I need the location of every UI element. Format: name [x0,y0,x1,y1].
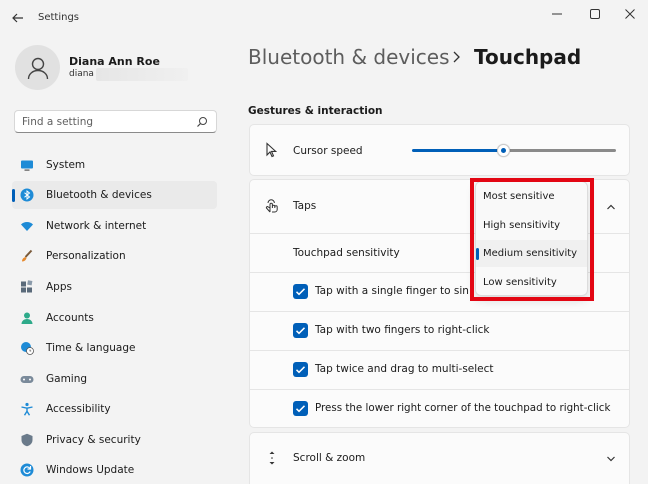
sidebar-item-label: Windows Update [46,464,135,476]
tap-drag-label: Tap twice and drag to multi-select [315,363,494,375]
sidebar-item-bluetooth[interactable]: Bluetooth & devices [12,181,217,209]
chevron-up-icon[interactable] [606,203,616,211]
person-icon [21,312,33,324]
profile-email: diana [69,69,94,79]
checkmark-icon [295,288,306,296]
sidebar-item-label: Gaming [46,373,88,385]
back-arrow-icon[interactable] [11,11,25,25]
corner-right-click-label: Press the lower right corner of the touc… [315,402,611,414]
brush-icon [22,249,33,262]
sidebar-item-accounts[interactable]: Accounts [12,304,217,332]
apps-icon [21,280,33,293]
search-icon [197,117,207,127]
single-finger-tap-label: Tap with a single finger to single-click [315,285,469,297]
clock-globe-icon [21,342,34,355]
app-title: Settings [38,12,80,23]
search-input[interactable]: Find a setting [14,110,217,133]
cursor-speed-slider-fill[interactable] [412,149,504,152]
accessibility-icon [21,402,33,416]
sidebar-item-time-language[interactable]: Time & language [12,334,217,362]
gamepad-icon [20,376,34,383]
chevron-down-icon[interactable] [606,455,616,463]
maximize-icon[interactable] [587,6,603,22]
avatar[interactable] [15,45,60,90]
sidebar-item-label: Accessibility [46,403,111,415]
cursor-speed-label: Cursor speed [293,145,363,157]
sidebar-item-apps[interactable]: Apps [12,273,217,301]
divider [249,350,630,351]
divider [249,389,630,390]
shield-icon [21,433,33,447]
title-bar: Settings [0,0,648,36]
bluetooth-icon [20,188,34,202]
corner-right-click-checkbox[interactable] [293,401,308,416]
sidebar-item-network[interactable]: Network & internet [12,212,217,240]
scroll-zoom-label[interactable]: Scroll & zoom [293,452,365,464]
page-title: Touchpad [474,45,582,69]
two-finger-tap-label: Tap with two fingers to right-click [315,324,490,336]
cursor-speed-slider-thumb[interactable] [497,144,510,157]
email-redaction [96,68,188,81]
profile-name: Diana Ann Roe [69,55,160,68]
sidebar-item-label: Bluetooth & devices [46,189,152,201]
checkmark-icon [295,327,306,335]
wifi-icon [21,222,33,231]
sidebar-item-accessibility[interactable]: Accessibility [12,395,217,423]
monitor-icon [21,160,33,171]
checkmark-icon [295,405,306,413]
sidebar-item-privacy-security[interactable]: Privacy & security [12,426,217,454]
tap-drag-checkbox[interactable] [293,362,308,377]
search-placeholder: Find a setting [22,116,94,128]
close-icon[interactable] [622,6,638,22]
sidebar-item-gaming[interactable]: Gaming [12,365,217,393]
divider [249,311,630,312]
sidebar-item-label: Accounts [46,312,94,324]
single-finger-tap-checkbox[interactable] [293,284,308,299]
person-avatar-icon [27,57,48,79]
sidebar-item-label: Time & language [46,342,136,354]
highlight-box [470,178,594,301]
taps-label[interactable]: Taps [293,200,316,212]
section-title: Gestures & interaction [248,105,383,117]
two-finger-tap-checkbox[interactable] [293,323,308,338]
tap-gesture-icon [265,199,278,213]
sidebar-item-windows-update[interactable]: Windows Update [12,456,217,484]
sidebar-item-system[interactable]: System [12,151,217,179]
chevron-right-icon [453,51,460,63]
breadcrumb-parent[interactable]: Bluetooth & devices [248,45,450,69]
selection-indicator [12,189,15,202]
touchpad-sensitivity-label: Touchpad sensitivity [293,247,400,259]
sidebar-item-personalization[interactable]: Personalization [12,242,217,270]
cursor-speed-slider-track[interactable] [504,149,616,152]
sidebar-item-label: Apps [46,281,72,293]
scroll-arrows-icon [269,451,275,465]
sidebar-item-label: System [46,159,86,171]
cursor-icon [266,142,278,158]
checkmark-icon [295,366,306,374]
sidebar-item-label: Personalization [46,250,126,262]
sidebar-item-label: Network & internet [46,220,147,232]
minimize-icon[interactable] [549,6,565,22]
refresh-icon [20,463,34,477]
sidebar-item-label: Privacy & security [46,434,141,446]
